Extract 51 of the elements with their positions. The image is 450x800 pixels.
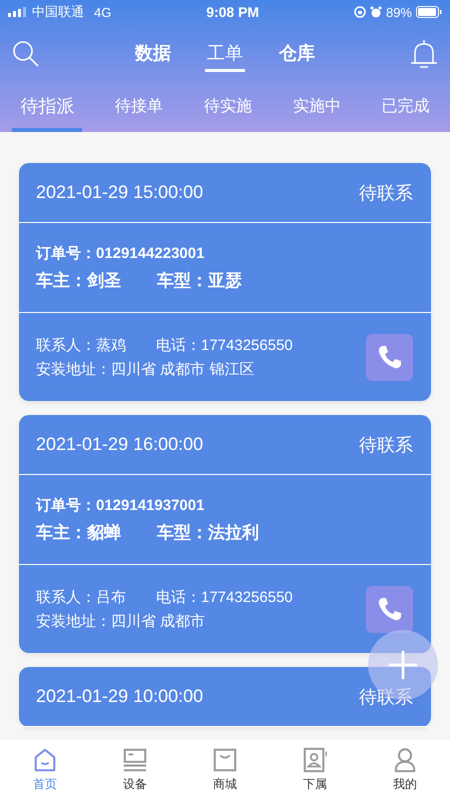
car-owner: 车主：剑圣 — [36, 270, 121, 292]
top-tab[interactable]: 工单 — [205, 36, 245, 72]
order-card[interactable]: 2021-01-29 15:00:00 待联系 订单号：0129144223001 车主：剑圣 车型：亚瑟 联系人：蒸鸡 电话：17743256550 安装地址：四川省 成都市 锦江区 — [19, 163, 431, 401]
battery-percent: 89% — [386, 4, 412, 20]
contact-name: 联系人：蒸鸡 — [36, 336, 126, 354]
phone-number: 电话：17743256550 — [156, 336, 293, 354]
status-tab[interactable]: 待接单 — [107, 84, 172, 132]
battery-icon — [416, 6, 442, 18]
install-address: 安装地址：四川省 成都市 锦江区 — [36, 360, 256, 378]
order-status: 待联系 — [359, 182, 413, 204]
nav-tab[interactable]: 商城 — [195, 747, 255, 793]
order-status: 待联系 — [359, 434, 413, 456]
network-type: 4G — [94, 4, 112, 20]
nav-tab[interactable]: 首页 — [15, 747, 75, 793]
appointment-time: 2021-01-29 10:00:00 — [36, 686, 204, 707]
search-icon[interactable] — [12, 40, 40, 68]
signal-icon — [8, 7, 26, 17]
call-button[interactable] — [366, 586, 413, 632]
order-number: 订单号：0129141937001 — [36, 496, 206, 514]
car-model: 车型：亚瑟 — [157, 270, 242, 292]
phone-icon — [376, 596, 402, 622]
shop-icon — [212, 747, 238, 773]
alarm-icon — [370, 6, 382, 18]
car-model: 车型：法拉利 — [157, 522, 259, 544]
order-number: 订单号：0129144223001 — [36, 244, 206, 262]
phone-number: 电话：17743256550 — [156, 588, 293, 606]
carrier-name: 中国联通 — [32, 3, 84, 21]
order-card[interactable]: 2021-01-29 16:00:00 待联系 订单号：0129141937001 车主：貂蝉 车型：法拉利 联系人：吕布 电话：17743256550 安装地址：四川省 成都市 — [19, 415, 431, 653]
nav-tab[interactable]: 我的 — [375, 747, 435, 793]
contacts-icon — [302, 747, 328, 773]
nav-tab[interactable]: 设备 — [105, 747, 165, 793]
status-tab[interactable]: 待实施 — [196, 84, 260, 132]
install-address: 安装地址：四川省 成都市 — [36, 612, 206, 630]
top-tab[interactable]: 数据 — [133, 36, 173, 72]
appointment-time: 2021-01-29 16:00:00 — [36, 434, 204, 455]
status-tab[interactable]: 实施中 — [284, 84, 349, 132]
nav-tab[interactable]: 下属 — [285, 747, 345, 793]
top-tab[interactable]: 仓库 — [277, 36, 317, 72]
bell-icon[interactable] — [410, 39, 438, 69]
phone-icon — [376, 344, 402, 370]
plus-icon — [388, 650, 418, 680]
profile-icon — [392, 747, 418, 773]
appointment-time: 2021-01-29 15:00:00 — [36, 182, 204, 203]
device-icon — [122, 747, 148, 773]
rotation-lock-icon — [354, 6, 366, 18]
status-tab[interactable]: 已完成 — [374, 84, 438, 132]
call-button[interactable] — [366, 334, 413, 380]
contact-name: 联系人：吕布 — [36, 588, 126, 606]
clock: 9:08 PM — [205, 4, 260, 20]
car-owner: 车主：貂蝉 — [36, 522, 121, 544]
home-icon — [32, 747, 58, 773]
